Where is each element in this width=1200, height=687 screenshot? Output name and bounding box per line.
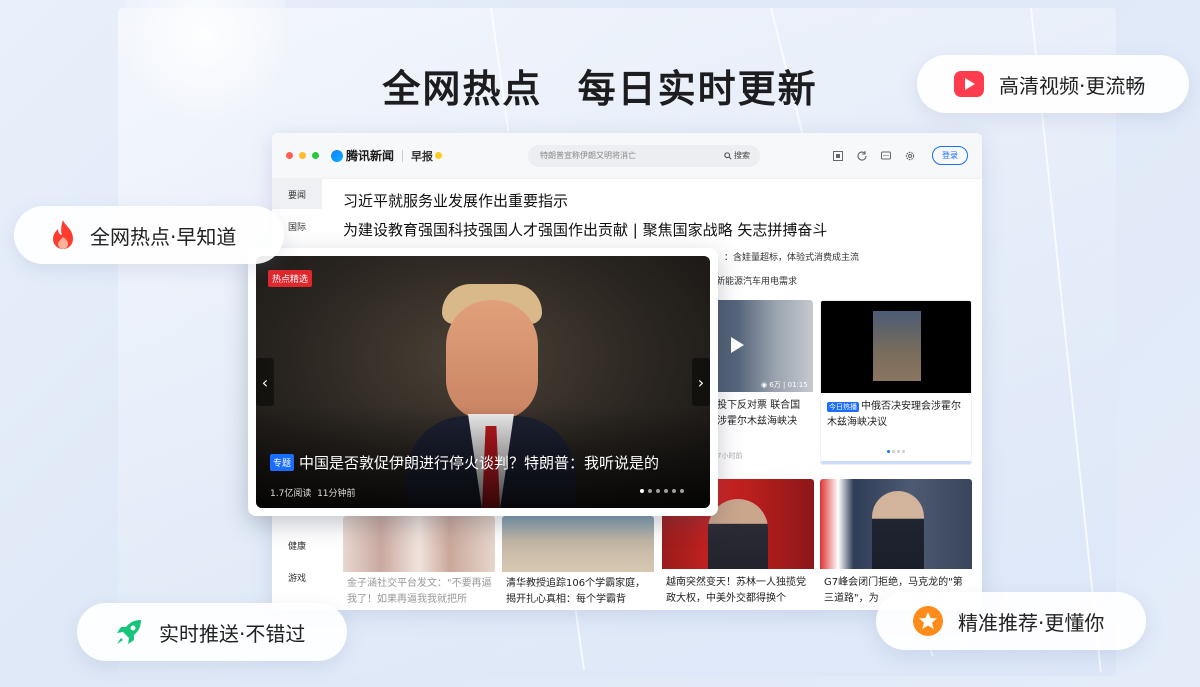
sidebar-item-jiankang[interactable]: 健康: [272, 530, 306, 560]
security-council-image: [873, 311, 921, 381]
search-box[interactable]: 特朗普宣称伊朗又明将消亡 搜索: [528, 144, 761, 167]
carousel-dots: [887, 450, 905, 453]
sidebar-item-yaowen[interactable]: 要闻: [272, 179, 322, 209]
badge-hd-video: 高清视频·更流畅: [917, 55, 1189, 113]
un-vote-text: 投下反对票 联合国涉霍尔木兹海峡决: [717, 400, 801, 427]
message-icon[interactable]: [880, 150, 892, 162]
headline-part2: 每日实时更新: [577, 67, 818, 111]
carousel-title[interactable]: 专题 中国是否敦促伊朗进行停火谈判？特朗普：我听说是的: [270, 452, 659, 473]
badge-hot: 全网热点·早知道: [14, 206, 284, 264]
video-duration: 01:15: [787, 381, 808, 389]
badge-hot-label: 全网热点·早知道: [90, 224, 237, 249]
publish-time: 11分钟前: [317, 489, 356, 499]
badge-push-label: 实时推送·不错过: [159, 621, 306, 646]
close-dot-icon[interactable]: [286, 152, 293, 159]
browser-toolbar: 腾讯新闻 早报 特朗普宣称伊朗又明将消亡 搜索 登录: [272, 133, 982, 179]
badge-push: 实时推送·不错过: [77, 603, 347, 661]
carousel-title-text: 中国是否敦促伊朗进行停火谈判？特朗普：我听说是的: [299, 454, 660, 472]
search-button[interactable]: 搜索: [724, 150, 760, 161]
divider: [402, 149, 404, 162]
news-subline-2[interactable]: 新能源汽车用电需求: [716, 274, 797, 287]
window-controls: [286, 152, 319, 159]
carousel-image[interactable]: 热点精选 ‹ › 专题 中国是否敦促伊朗进行停火谈判？特朗普：我听说是的 1.7…: [256, 256, 710, 508]
site-logo[interactable]: 腾讯新闻: [331, 147, 394, 164]
search-icon: [724, 151, 732, 160]
tsinghua-thumbnail: [502, 516, 654, 572]
headline-part1: 全网热点: [382, 67, 543, 111]
refresh-icon[interactable]: [856, 150, 868, 162]
zaobao-link[interactable]: 早报: [411, 148, 443, 164]
search-button-label: 搜索: [734, 151, 751, 160]
news-card-g7[interactable]: G7峰会闭门拒绝，马克龙的"第三道路"，为: [820, 479, 972, 610]
carousel-meta: 1.7亿阅读 11分钟前: [270, 486, 356, 499]
flame-icon: [53, 220, 73, 249]
toolbar-icons: 登录: [832, 146, 968, 165]
news-headline-2[interactable]: 为建设教育强国科技强国人才强国作出贡献 | 聚焦国家战略 矢志拼搏奋斗: [343, 219, 827, 240]
vietnam-text: 越南突然变天！苏林一人独揽党政大权，中美外交都得换个: [666, 577, 806, 604]
search-input[interactable]: 特朗普宣称伊朗又明将消亡: [540, 150, 724, 161]
hot-tag: 今日热播: [827, 402, 859, 412]
badge-recommend: 精准推荐·更懂你: [876, 592, 1146, 650]
badge-recommend-label: 精准推荐·更懂你: [958, 610, 1105, 635]
sun-icon: [435, 152, 443, 159]
tsinghua-text: 清华教授追踪106个学霸家庭，揭开扎心真相：每个学霸背: [506, 578, 646, 605]
sidebar-item-youxi[interactable]: 游戏: [272, 562, 306, 592]
star-icon: [913, 606, 943, 636]
news-headline-1[interactable]: 习近平就服务业发展作出重要指示: [343, 190, 568, 211]
topic-tag: 专题: [270, 454, 295, 471]
video-play-icon: [954, 71, 984, 97]
tencent-news-logo-icon: [331, 149, 343, 162]
hot-picks-tag: 热点精选: [268, 270, 313, 287]
jin-zihan-thumbnail: [343, 516, 495, 572]
g7-person: [872, 491, 924, 569]
minimize-dot-icon[interactable]: [299, 152, 306, 159]
carousel-next-button[interactable]: ›: [692, 358, 710, 406]
news-card-security-council[interactable]: 今日热播 中俄否决安理会涉霍尔木兹海峡决议: [820, 300, 972, 465]
jin-zihan-text: 金子涵社交平台发文："不要再逼我了！如果再逼我我就把所: [347, 578, 492, 605]
video-views: ◉ 6万 | 01:15: [761, 381, 808, 389]
news-card-jin-zihan[interactable]: 金子涵社交平台发文："不要再逼我了！如果再逼我我就把所: [343, 516, 495, 610]
badge-hd-video-label: 高清视频·更流畅: [999, 73, 1146, 98]
maximize-dot-icon[interactable]: [312, 152, 319, 159]
carousel-prev-button[interactable]: ‹: [256, 358, 274, 406]
zaobao-label: 早报: [411, 149, 434, 163]
read-count: 1.7亿阅读: [270, 489, 312, 499]
news-card-tsinghua[interactable]: 清华教授追踪106个学霸家庭，揭开扎心真相：每个学霸背: [502, 516, 654, 610]
hot-picks-carousel[interactable]: 热点精选 ‹ › 专题 中国是否敦促伊朗进行停火谈判？特朗普：我听说是的 1.7…: [248, 248, 718, 516]
login-button[interactable]: 登录: [932, 146, 968, 165]
news-subline-1[interactable]: ：含娃量超标，体验式消费成主流: [724, 250, 859, 263]
rocket-icon: [117, 620, 141, 644]
carousel-pager[interactable]: [640, 489, 684, 493]
settings-gear-icon[interactable]: [904, 150, 916, 162]
site-logo-text: 腾讯新闻: [346, 149, 395, 163]
card-bottom-bar: [821, 461, 971, 464]
screenshot-icon[interactable]: [832, 150, 844, 162]
security-council-text: 今日热播 中俄否决安理会涉霍尔木兹海峡决议: [827, 401, 961, 428]
un-vote-time: 7小时前: [717, 452, 743, 460]
play-icon[interactable]: [728, 335, 746, 355]
